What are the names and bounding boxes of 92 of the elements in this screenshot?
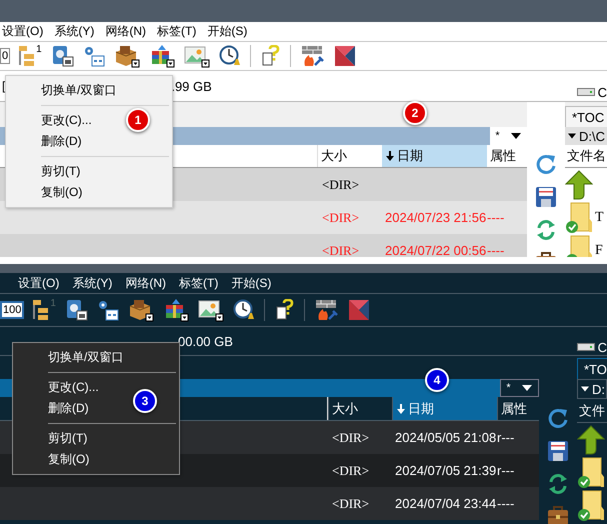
file-name[interactable]: F bbox=[595, 242, 603, 257]
package-icon[interactable] bbox=[128, 298, 154, 322]
column-header[interactable]: 属性 bbox=[497, 397, 539, 420]
folder-icon[interactable] bbox=[577, 456, 605, 488]
drive-letter[interactable]: C bbox=[598, 84, 607, 100]
caret-icon[interactable] bbox=[567, 133, 577, 139]
caret-icon bbox=[520, 384, 533, 392]
path-text: D:\C bbox=[579, 128, 605, 144]
drive-letter[interactable]: C bbox=[598, 340, 607, 354]
caret-icon[interactable] bbox=[580, 386, 590, 392]
date-cell: 2024/07/05 21:39 bbox=[395, 463, 496, 478]
attribute-cell: ---- bbox=[487, 243, 504, 257]
attribute-cell: ---- bbox=[487, 210, 504, 225]
firewall-icon[interactable] bbox=[314, 299, 339, 321]
drive-icon bbox=[576, 88, 595, 96]
date-cell: 2024/07/22 00:56 bbox=[385, 243, 486, 257]
column-header[interactable]: 文件 bbox=[577, 402, 605, 420]
menu-item[interactable]: 系统(Y) bbox=[52, 23, 98, 40]
date-cell: 2024/05/05 21:08 bbox=[395, 430, 496, 445]
size-cell-text: <DIR> bbox=[321, 242, 360, 257]
zoom-field[interactable]: 100 bbox=[0, 301, 24, 319]
column-header[interactable]: 大小 bbox=[318, 145, 382, 167]
menu-item[interactable]: 更改(C)... bbox=[41, 110, 92, 131]
drive-selector[interactable]: [ bbox=[0, 79, 6, 93]
tree-icon[interactable] bbox=[32, 299, 50, 321]
size-cell-text: <DIR> bbox=[331, 496, 370, 512]
drive-free-space: 00.00 GB bbox=[178, 334, 233, 348]
menu-item[interactable]: 删除(D) bbox=[41, 131, 82, 152]
attribute-cell: r--- bbox=[497, 463, 514, 478]
menu-item[interactable]: 网络(N) bbox=[121, 274, 170, 292]
menu-item[interactable]: 系统(Y) bbox=[68, 274, 116, 292]
caret-icon bbox=[510, 132, 522, 140]
menu-item[interactable]: 删除(D) bbox=[48, 398, 89, 419]
attribute-cell: r--- bbox=[497, 430, 514, 445]
image-icon[interactable] bbox=[184, 44, 210, 68]
drive-free-space: .99 GB bbox=[171, 78, 212, 94]
refresh-icon[interactable] bbox=[547, 407, 569, 429]
menu-item[interactable]: 设置(O) bbox=[0, 23, 48, 40]
size-cell-text: <DIR> bbox=[331, 430, 370, 446]
menu-item[interactable]: 开始(S) bbox=[227, 274, 276, 292]
briefcase-icon[interactable] bbox=[547, 506, 569, 524]
tree-icon[interactable] bbox=[18, 45, 36, 67]
tree-count: 1 bbox=[50, 299, 56, 309]
sort-arrow-icon bbox=[396, 402, 406, 414]
clock-icon[interactable] bbox=[232, 299, 255, 321]
menu-item[interactable]: 复制(O) bbox=[41, 182, 82, 203]
zoom-field[interactable]: 0 bbox=[0, 48, 10, 64]
menu-item[interactable]: 切换单/双窗口 bbox=[48, 347, 124, 368]
sync-icon[interactable] bbox=[535, 219, 557, 241]
menu-item[interactable]: 切换单/双窗口 bbox=[41, 80, 116, 101]
size-cell-text: <DIR> bbox=[321, 210, 360, 226]
size-cell-text: <DIR> bbox=[321, 176, 360, 192]
filter-button[interactable]: * bbox=[490, 127, 527, 145]
triangle-logo-icon[interactable] bbox=[334, 45, 356, 67]
up-arrow-icon[interactable] bbox=[565, 170, 593, 200]
date-cell: 2024/07/23 21:56 bbox=[385, 210, 486, 225]
menu-item[interactable]: 开始(S) bbox=[205, 23, 252, 40]
drive-icon[interactable] bbox=[52, 45, 74, 67]
package-icon[interactable] bbox=[114, 44, 140, 68]
image-icon[interactable] bbox=[198, 298, 224, 322]
column-header[interactable]: 日期 bbox=[392, 397, 497, 420]
file-row[interactable]: <DIR> 2024/07/04 23:44---- bbox=[0, 487, 539, 520]
size-cell-text: <DIR> bbox=[331, 462, 370, 478]
file-name[interactable]: T bbox=[595, 210, 604, 226]
clock-icon[interactable] bbox=[218, 45, 241, 67]
triangle-logo-icon[interactable] bbox=[348, 299, 370, 321]
menu-item[interactable]: 设置(O) bbox=[14, 274, 64, 292]
up-arrow-icon[interactable] bbox=[577, 424, 605, 454]
firewall-icon[interactable] bbox=[300, 45, 325, 67]
tree-count: 1 bbox=[36, 45, 42, 55]
menu-item[interactable]: 剪切(T) bbox=[48, 428, 88, 449]
menu-item[interactable]: 更改(C)... bbox=[48, 377, 99, 398]
column-header[interactable]: 文件名 bbox=[565, 147, 606, 165]
sort-arrow-icon bbox=[385, 150, 395, 162]
menu-item[interactable]: 网络(N) bbox=[103, 23, 150, 40]
attribute-cell: ---- bbox=[497, 496, 514, 511]
column-header[interactable]: 属性 bbox=[487, 145, 527, 167]
menu-item[interactable]: 标签(T) bbox=[155, 23, 200, 40]
help-icon[interactable] bbox=[260, 45, 281, 67]
date-cell: 2024/07/04 23:44 bbox=[395, 496, 496, 511]
menu-item[interactable]: 标签(T) bbox=[175, 274, 222, 292]
path-text: D: bbox=[592, 382, 605, 396]
sync-icon[interactable] bbox=[547, 473, 569, 495]
filter-button[interactable]: * bbox=[500, 379, 539, 397]
drive-icon[interactable] bbox=[66, 299, 88, 321]
folder-icon[interactable] bbox=[577, 490, 605, 522]
column-header[interactable]: 日期 bbox=[382, 145, 487, 167]
refresh-icon[interactable] bbox=[535, 153, 557, 175]
help-icon[interactable] bbox=[274, 299, 295, 321]
drive-icon bbox=[576, 343, 595, 351]
tab[interactable]: *TOC bbox=[565, 106, 607, 127]
tab[interactable]: *TO bbox=[577, 358, 607, 379]
